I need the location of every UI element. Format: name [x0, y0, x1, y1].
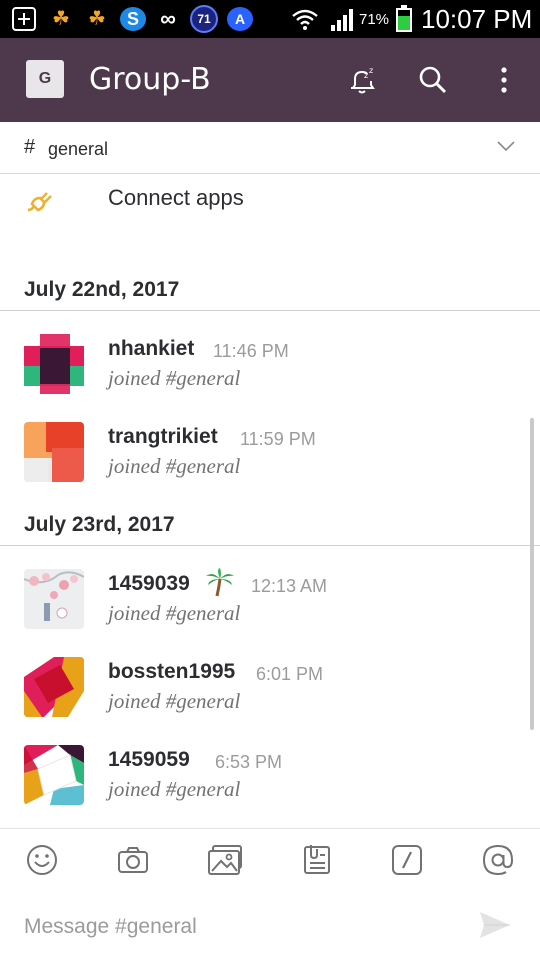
message-row[interactable]: bossten1995 6:01 PM joined #general — [0, 657, 530, 727]
username[interactable]: nhankiet — [108, 337, 194, 361]
timestamp: 11:59 PM — [240, 429, 316, 449]
divider-line — [0, 310, 540, 311]
team-avatar[interactable]: G — [26, 60, 64, 98]
avatar[interactable] — [24, 334, 84, 394]
message-row[interactable]: nhankiet 11:46 PM joined #general — [0, 334, 530, 404]
status-bar: ☘ ☘ S ∞ 71 A 71% 10:07 PM — [0, 0, 540, 38]
chevron-down-icon[interactable] — [497, 140, 515, 152]
message-text: joined #general — [108, 454, 241, 478]
team-name[interactable]: Group-B — [89, 60, 211, 100]
shield-a-icon: A — [227, 7, 253, 31]
emoji-icon[interactable] — [25, 843, 59, 877]
channel-name: general — [48, 139, 109, 159]
scrollbar[interactable] — [530, 418, 534, 730]
palm-tree-icon — [206, 568, 234, 597]
search-icon[interactable] — [417, 64, 449, 96]
clock: 10:07 PM — [421, 4, 533, 34]
message-row[interactable]: 1459059 6:53 PM joined #general — [0, 745, 530, 815]
camera-icon[interactable] — [116, 843, 150, 877]
send-icon[interactable] — [478, 910, 512, 940]
message-row[interactable]: 1459039 12:13 AM joined #general — [0, 568, 530, 639]
message-text: joined #general — [108, 689, 241, 713]
divider-line — [0, 545, 540, 546]
date-divider-label: July 23rd, 2017 — [24, 513, 175, 536]
message-row[interactable]: trangtrikiet 11:59 PM joined #general — [0, 422, 530, 492]
timestamp: 12:13 AM — [251, 576, 328, 596]
badge-71-icon: 71 — [190, 5, 218, 33]
message-composer — [0, 890, 540, 960]
timestamp: 6:01 PM — [256, 664, 324, 684]
channel-selector[interactable]: # general — [0, 122, 540, 174]
gallery-icon[interactable] — [207, 843, 245, 877]
wifi-icon — [292, 9, 318, 30]
timestamp: 6:53 PM — [215, 752, 283, 772]
avatar[interactable] — [24, 745, 84, 805]
file-icon[interactable] — [300, 843, 334, 877]
message-text: joined #general — [108, 601, 241, 625]
timestamp: 11:46 PM — [213, 341, 289, 361]
username[interactable]: bossten1995 — [108, 660, 235, 684]
message-input[interactable] — [24, 912, 454, 942]
message-text: joined #general — [108, 777, 241, 801]
plug-icon[interactable] — [24, 186, 56, 214]
avatar[interactable] — [24, 422, 84, 482]
message-text: joined #general — [108, 366, 241, 390]
plus-square-icon — [12, 7, 36, 31]
username[interactable]: 1459039 — [108, 572, 190, 596]
compose-toolbar — [0, 828, 540, 890]
svg-text:z: z — [364, 71, 368, 80]
avatar[interactable] — [24, 657, 84, 717]
battery-percent: 71% — [359, 11, 390, 28]
s-app-icon: S — [120, 7, 146, 31]
snooze-bell-icon[interactable]: z z — [346, 64, 378, 96]
signal-icon — [331, 9, 353, 31]
uc-browser-icon: ☘ — [52, 8, 70, 30]
slash-command-icon[interactable] — [390, 843, 424, 877]
battery-icon — [396, 5, 412, 32]
connect-apps-link[interactable]: Connect apps — [108, 185, 244, 211]
svg-text:z: z — [369, 66, 373, 75]
mention-icon[interactable] — [481, 843, 515, 877]
date-divider-label: July 22nd, 2017 — [24, 278, 180, 301]
app-header: G Group-B z z — [0, 38, 540, 122]
username[interactable]: trangtrikiet — [108, 425, 218, 449]
avatar[interactable] — [24, 569, 84, 629]
more-vert-icon[interactable] — [488, 64, 520, 96]
infinity-icon: ∞ — [160, 6, 176, 31]
uc-browser-icon: ☘ — [88, 8, 106, 30]
username[interactable]: 1459059 — [108, 748, 190, 772]
channel-hash: # — [24, 136, 36, 158]
